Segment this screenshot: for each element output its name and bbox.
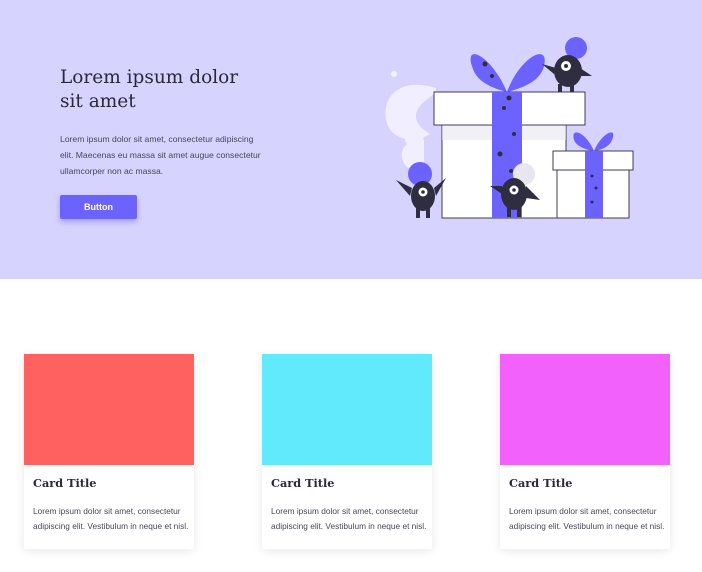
card-image: [500, 354, 670, 465]
card-image: [24, 354, 194, 465]
hero-title: Lorem ipsum dolor sit amet: [60, 67, 239, 112]
card-title: Card Title: [509, 476, 573, 490]
hero-button[interactable]: Button: [60, 195, 137, 219]
card-title: Card Title: [271, 476, 335, 490]
card-text: Lorem ipsum dolor sit amet, consectetur …: [509, 506, 665, 531]
hero-section: Lorem ipsum dolor sit amet Lorem ipsum d…: [0, 0, 702, 279]
gifts-and-monsters-illustration: [385, 37, 634, 219]
hero-description: Lorem ipsum dolor sit amet, consectetur …: [60, 134, 261, 176]
card-text: Lorem ipsum dolor sit amet, consectetur …: [33, 506, 189, 531]
card-3: Card Title Lorem ipsum dolor sit amet, c…: [500, 354, 670, 549]
card-text: Lorem ipsum dolor sit amet, consectetur …: [271, 506, 427, 531]
card-title: Card Title: [33, 476, 97, 490]
card-image: [262, 354, 432, 465]
card-2: Card Title Lorem ipsum dolor sit amet, c…: [262, 354, 432, 549]
card-1: Card Title Lorem ipsum dolor sit amet, c…: [24, 354, 194, 549]
